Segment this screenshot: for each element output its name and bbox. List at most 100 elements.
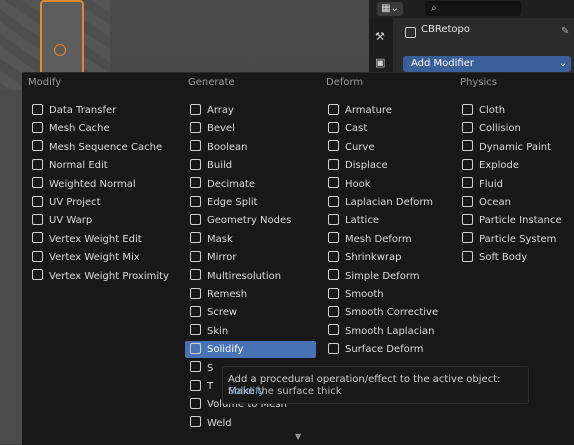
menu-item-generate-mirror[interactable]: Mirror — [190, 249, 316, 266]
menu-item-label: Explode — [479, 160, 519, 172]
menu-item-physics-fluid[interactable]: Fluid — [462, 176, 572, 193]
menu-item-deform-curve[interactable]: Curve — [328, 139, 454, 156]
menu-item-label: Displace — [345, 160, 388, 172]
menu-item-physics-dynamic-paint[interactable]: Dynamic Paint — [462, 139, 572, 156]
add-modifier-button[interactable]: Add Modifier ⌄ — [403, 56, 571, 72]
mesh-deform-icon — [328, 232, 339, 244]
menu-item-label: Weld — [207, 417, 232, 429]
scroll-down-icon[interactable]: ▼ — [295, 432, 301, 441]
menu-item-modify-vertex-weight-mix[interactable]: Vertex Weight Mix — [32, 249, 182, 266]
menu-item-label: Skin — [207, 325, 229, 337]
weld-icon — [190, 416, 201, 428]
editor-type-button[interactable]: ▦⌄ — [377, 2, 403, 16]
remesh-icon — [190, 287, 201, 299]
menu-item-physics-particle-system[interactable]: Particle System — [462, 231, 572, 248]
viewport-left-edge — [0, 90, 22, 444]
menu-item-modify-normal-edit[interactable]: Normal Edit — [32, 157, 182, 174]
menu-item-deform-shrinkwrap[interactable]: Shrinkwrap — [328, 249, 454, 266]
column-header-physics: Physics — [460, 77, 497, 88]
curve-icon — [328, 140, 339, 152]
menu-item-modify-vertex-weight-proximity[interactable]: Vertex Weight Proximity — [32, 268, 182, 285]
menu-item-label: Fluid — [479, 178, 503, 190]
menu-item-deform-lattice[interactable]: Lattice — [328, 212, 454, 229]
cloth-icon — [462, 103, 473, 115]
tooltip-line-2: Make the surface thick — [228, 386, 342, 397]
menu-item-label: Mesh Cache — [49, 123, 110, 135]
menu-item-modify-uv-project[interactable]: UV Project — [32, 194, 182, 211]
menu-item-label: Multiresolution — [207, 270, 282, 282]
menu-item-label: Ocean — [479, 197, 511, 208]
menu-item-physics-explode[interactable]: Explode — [462, 157, 572, 174]
menu-item-physics-collision[interactable]: Collision — [462, 120, 572, 137]
solidify-icon — [190, 342, 201, 354]
properties-header: ▦⌄ ⌕ — [369, 0, 574, 18]
menu-item-label: Vertex Weight Proximity — [49, 270, 169, 282]
menu-item-label: UV Project — [49, 197, 101, 208]
menu-item-modify-uv-warp[interactable]: UV Warp — [32, 212, 182, 229]
menu-item-generate-array[interactable]: Array — [190, 102, 316, 119]
menu-item-deform-surface-deform[interactable]: Surface Deform — [328, 341, 454, 358]
menu-item-deform-smooth-corrective[interactable]: Smooth Corrective — [328, 304, 454, 321]
data-transfer-icon — [32, 103, 43, 115]
menu-item-generate-edge-split[interactable]: Edge Split — [190, 194, 316, 211]
menu-item-deform-displace[interactable]: Displace — [328, 157, 454, 174]
menu-item-physics-cloth[interactable]: Cloth — [462, 102, 572, 119]
menu-item-deform-armature[interactable]: Armature — [328, 102, 454, 119]
ocean-icon — [462, 195, 473, 207]
menu-item-generate-decimate[interactable]: Decimate — [190, 176, 316, 193]
menu-item-label: Data Transfer — [49, 105, 117, 116]
volume-to-mesh-icon — [190, 397, 201, 409]
menu-item-label: Mask — [207, 233, 233, 245]
menu-item-generate-boolean[interactable]: Boolean — [190, 139, 316, 156]
menu-item-modify-data-transfer[interactable]: Data Transfer — [32, 102, 182, 119]
add-modifier-menu: Modify Generate Deform Physics Data Tran… — [22, 72, 574, 445]
menu-item-generate-bevel[interactable]: Bevel — [190, 120, 316, 137]
menu-item-physics-particle-instance[interactable]: Particle Instance — [462, 212, 572, 229]
menu-item-label: Geometry Nodes — [207, 215, 292, 227]
fluid-icon — [462, 177, 473, 189]
shrinkwrap-icon — [328, 250, 339, 262]
screw-icon — [190, 305, 201, 317]
menu-item-label: Decimate — [207, 178, 256, 190]
render-icon[interactable]: ▣ — [375, 56, 385, 69]
menu-item-deform-hook[interactable]: Hook — [328, 176, 454, 193]
menu-item-modify-mesh-sequence-cache[interactable]: Mesh Sequence Cache — [32, 139, 182, 156]
menu-item-deform-smooth-laplacian[interactable]: Smooth Laplacian — [328, 323, 454, 340]
menu-item-modify-vertex-weight-edit[interactable]: Vertex Weight Edit — [32, 231, 182, 248]
menu-item-deform-cast[interactable]: Cast — [328, 120, 454, 137]
menu-item-generate-screw[interactable]: Screw — [190, 304, 316, 321]
menu-item-label: Hook — [345, 178, 371, 190]
menu-item-label: Mesh Sequence Cache — [49, 141, 163, 153]
menu-item-generate-multiresolution[interactable]: Multiresolution — [190, 268, 316, 285]
menu-item-label: Surface Deform — [345, 344, 424, 356]
menu-item-label: Smooth — [345, 289, 384, 300]
surface-deform-icon — [328, 342, 339, 354]
menu-item-physics-soft-body[interactable]: Soft Body — [462, 249, 572, 266]
menu-item-generate-solidify[interactable]: Solidify — [185, 341, 316, 359]
vertex-weight-proximity-icon — [32, 269, 43, 281]
menu-item-deform-simple-deform[interactable]: Simple Deform — [328, 268, 454, 285]
search-icon: ⌕ — [431, 3, 437, 14]
tool-icon[interactable]: ⚒ — [375, 30, 385, 43]
pin-icon[interactable]: ✎ — [561, 26, 569, 37]
multiresolution-icon — [190, 269, 201, 281]
menu-item-modify-mesh-cache[interactable]: Mesh Cache — [32, 120, 182, 137]
skin-icon — [190, 324, 201, 336]
menu-item-generate-build[interactable]: Build — [190, 157, 316, 174]
menu-item-generate-weld[interactable]: Weld — [190, 415, 316, 432]
menu-item-deform-laplacian-deform[interactable]: Laplacian Deform — [328, 194, 454, 211]
vertex-weight-mix-icon — [32, 250, 43, 262]
menu-item-generate-geometry-nodes[interactable]: Geometry Nodes — [190, 212, 316, 229]
menu-item-generate-skin[interactable]: Skin — [190, 323, 316, 340]
menu-item-physics-ocean[interactable]: Ocean — [462, 194, 572, 211]
menu-item-deform-mesh-deform[interactable]: Mesh Deform — [328, 231, 454, 248]
displace-icon — [328, 158, 339, 170]
search-field[interactable]: ⌕ — [425, 1, 521, 16]
menu-item-generate-mask[interactable]: Mask — [190, 231, 316, 248]
menu-item-deform-smooth[interactable]: Smooth — [328, 286, 454, 303]
menu-item-label: T — [207, 381, 214, 392]
menu-item-label: Shrinkwrap — [345, 252, 402, 264]
menu-item-modify-weighted-normal[interactable]: Weighted Normal — [32, 176, 182, 193]
menu-item-label: Mirror — [207, 252, 237, 264]
menu-item-generate-remesh[interactable]: Remesh — [190, 286, 316, 303]
